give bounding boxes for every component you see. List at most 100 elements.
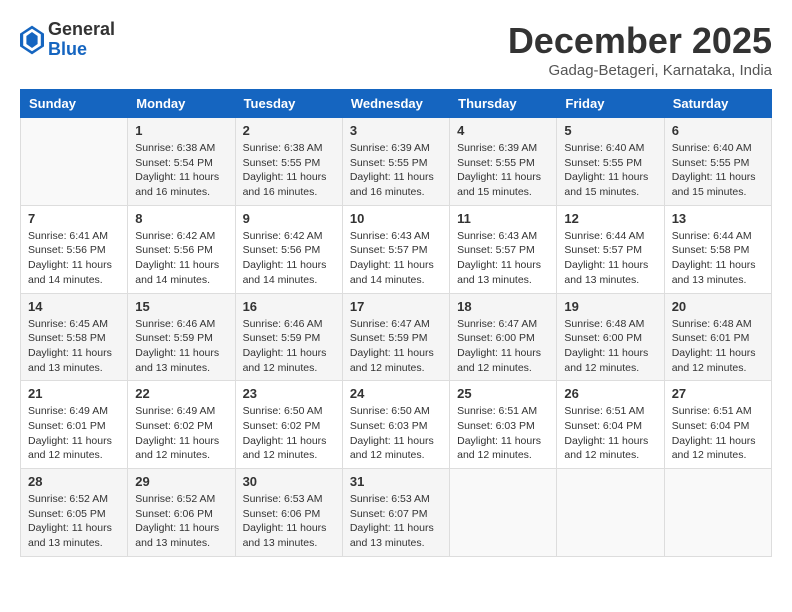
cell-info: Sunrise: 6:53 AMSunset: 6:06 PMDaylight:… [243,492,335,551]
logo-general: General [48,20,115,40]
calendar-cell: 9Sunrise: 6:42 AMSunset: 5:56 PMDaylight… [235,205,342,293]
calendar-cell: 11Sunrise: 6:43 AMSunset: 5:57 PMDayligh… [450,205,557,293]
sunrise-text: Sunrise: 6:51 AM [672,404,764,419]
calendar-cell: 28Sunrise: 6:52 AMSunset: 6:05 PMDayligh… [21,469,128,557]
calendar-cell: 21Sunrise: 6:49 AMSunset: 6:01 PMDayligh… [21,381,128,469]
day-number: 28 [28,474,120,489]
sunset-text: Sunset: 5:57 PM [457,243,549,258]
day-number: 29 [135,474,227,489]
calendar-cell: 18Sunrise: 6:47 AMSunset: 6:00 PMDayligh… [450,293,557,381]
sunset-text: Sunset: 5:59 PM [135,331,227,346]
cell-info: Sunrise: 6:40 AMSunset: 5:55 PMDaylight:… [564,141,656,200]
calendar-cell: 13Sunrise: 6:44 AMSunset: 5:58 PMDayligh… [664,205,771,293]
calendar-cell: 24Sunrise: 6:50 AMSunset: 6:03 PMDayligh… [342,381,449,469]
sunrise-text: Sunrise: 6:38 AM [243,141,335,156]
calendar-week-row: 14Sunrise: 6:45 AMSunset: 5:58 PMDayligh… [21,293,772,381]
daylight-text: Daylight: 11 hours and 13 minutes. [28,521,120,550]
calendar-cell: 10Sunrise: 6:43 AMSunset: 5:57 PMDayligh… [342,205,449,293]
daylight-text: Daylight: 11 hours and 12 minutes. [350,346,442,375]
cell-info: Sunrise: 6:51 AMSunset: 6:04 PMDaylight:… [672,404,764,463]
sunrise-text: Sunrise: 6:44 AM [672,229,764,244]
cell-info: Sunrise: 6:39 AMSunset: 5:55 PMDaylight:… [350,141,442,200]
sunrise-text: Sunrise: 6:40 AM [564,141,656,156]
cell-info: Sunrise: 6:39 AMSunset: 5:55 PMDaylight:… [457,141,549,200]
month-title: December 2025 [508,20,772,62]
sunrise-text: Sunrise: 6:50 AM [350,404,442,419]
cell-info: Sunrise: 6:38 AMSunset: 5:54 PMDaylight:… [135,141,227,200]
calendar-cell: 19Sunrise: 6:48 AMSunset: 6:00 PMDayligh… [557,293,664,381]
sunrise-text: Sunrise: 6:51 AM [457,404,549,419]
sunrise-text: Sunrise: 6:48 AM [672,317,764,332]
daylight-text: Daylight: 11 hours and 13 minutes. [28,346,120,375]
cell-info: Sunrise: 6:48 AMSunset: 6:01 PMDaylight:… [672,317,764,376]
sunset-text: Sunset: 6:00 PM [564,331,656,346]
weekday-header-saturday: Saturday [664,90,771,118]
sunset-text: Sunset: 5:59 PM [243,331,335,346]
sunrise-text: Sunrise: 6:50 AM [243,404,335,419]
cell-info: Sunrise: 6:42 AMSunset: 5:56 PMDaylight:… [135,229,227,288]
cell-info: Sunrise: 6:47 AMSunset: 6:00 PMDaylight:… [457,317,549,376]
daylight-text: Daylight: 11 hours and 13 minutes. [350,521,442,550]
sunrise-text: Sunrise: 6:48 AM [564,317,656,332]
cell-info: Sunrise: 6:38 AMSunset: 5:55 PMDaylight:… [243,141,335,200]
title-block: December 2025 Gadag-Betageri, Karnataka,… [508,20,772,79]
daylight-text: Daylight: 11 hours and 14 minutes. [135,258,227,287]
calendar-table: SundayMondayTuesdayWednesdayThursdayFrid… [20,89,772,557]
cell-info: Sunrise: 6:49 AMSunset: 6:01 PMDaylight:… [28,404,120,463]
day-number: 12 [564,211,656,226]
day-number: 31 [350,474,442,489]
daylight-text: Daylight: 11 hours and 13 minutes. [672,258,764,287]
sunset-text: Sunset: 5:57 PM [350,243,442,258]
daylight-text: Daylight: 11 hours and 16 minutes. [350,170,442,199]
logo-icon [20,25,44,55]
calendar-cell: 8Sunrise: 6:42 AMSunset: 5:56 PMDaylight… [128,205,235,293]
daylight-text: Daylight: 11 hours and 12 minutes. [135,434,227,463]
day-number: 27 [672,386,764,401]
calendar-cell [450,469,557,557]
sunset-text: Sunset: 6:01 PM [28,419,120,434]
cell-info: Sunrise: 6:43 AMSunset: 5:57 PMDaylight:… [457,229,549,288]
calendar-cell: 7Sunrise: 6:41 AMSunset: 5:56 PMDaylight… [21,205,128,293]
calendar-cell: 15Sunrise: 6:46 AMSunset: 5:59 PMDayligh… [128,293,235,381]
weekday-header-monday: Monday [128,90,235,118]
day-number: 23 [243,386,335,401]
cell-info: Sunrise: 6:53 AMSunset: 6:07 PMDaylight:… [350,492,442,551]
day-number: 22 [135,386,227,401]
sunrise-text: Sunrise: 6:41 AM [28,229,120,244]
weekday-header-tuesday: Tuesday [235,90,342,118]
daylight-text: Daylight: 11 hours and 12 minutes. [243,434,335,463]
sunset-text: Sunset: 6:03 PM [457,419,549,434]
calendar-cell: 4Sunrise: 6:39 AMSunset: 5:55 PMDaylight… [450,118,557,206]
day-number: 1 [135,123,227,138]
sunrise-text: Sunrise: 6:39 AM [457,141,549,156]
calendar-week-row: 1 Sunrise: 6:38 AMSunset: 5:54 PMDaylight… [21,118,772,206]
daylight-text: Daylight: 11 hours and 13 minutes. [135,521,227,550]
calendar-cell [21,118,128,206]
daylight-text: Daylight: 11 hours and 12 minutes. [672,434,764,463]
sunset-text: Sunset: 6:03 PM [350,419,442,434]
calendar-cell: 16 Sunrise: 6:46 AMSunset: 5:59 PMDayligh… [235,293,342,381]
weekday-header-sunday: Sunday [21,90,128,118]
weekday-header-thursday: Thursday [450,90,557,118]
day-number: 5 [564,123,656,138]
cell-info: Sunrise: 6:46 AMSunset: 5:59 PMDaylight:… [243,317,335,376]
daylight-text: Daylight: 11 hours and 12 minutes. [564,434,656,463]
sunrise-text: Sunrise: 6:53 AM [350,492,442,507]
calendar-cell [557,469,664,557]
day-number: 16 [243,299,335,314]
cell-info: Sunrise: 6:47 AMSunset: 5:59 PMDaylight:… [350,317,442,376]
calendar-cell: 20 Sunrise: 6:48 AMSunset: 6:01 PMDayligh… [664,293,771,381]
calendar-cell: 3Sunrise: 6:39 AMSunset: 5:55 PMDaylight… [342,118,449,206]
sunrise-text: Sunrise: 6:47 AM [350,317,442,332]
sunrise-text: Sunrise: 6:38 AM [135,141,227,156]
calendar-cell: 25Sunrise: 6:51 AMSunset: 6:03 PMDayligh… [450,381,557,469]
day-number: 20 [672,299,764,314]
calendar-cell: 22 Sunrise: 6:49 AMSunset: 6:02 PMDayligh… [128,381,235,469]
sunrise-text: Sunrise: 6:46 AM [243,317,335,332]
cell-info: Sunrise: 6:40 AMSunset: 5:55 PMDaylight:… [672,141,764,200]
cell-info: Sunrise: 6:49 AMSunset: 6:02 PMDaylight:… [135,404,227,463]
calendar-cell: 31 Sunrise: 6:53 AMSunset: 6:07 PMDayligh… [342,469,449,557]
sunrise-text: Sunrise: 6:51 AM [564,404,656,419]
day-number: 14 [28,299,120,314]
daylight-text: Daylight: 11 hours and 12 minutes. [243,346,335,375]
